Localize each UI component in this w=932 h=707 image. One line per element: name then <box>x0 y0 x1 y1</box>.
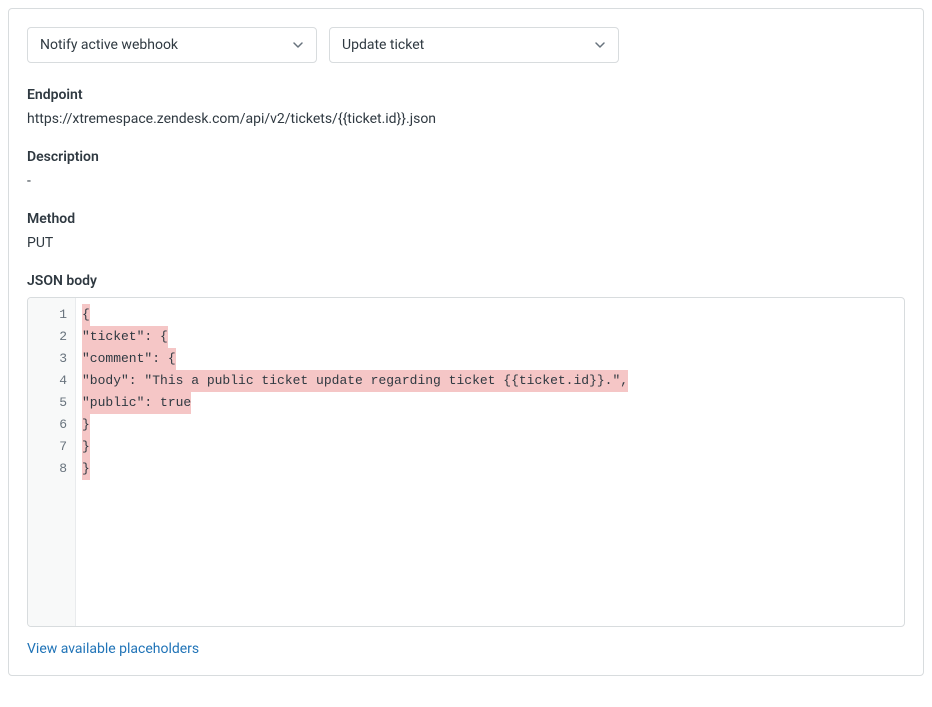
method-label: Method <box>27 211 905 227</box>
gutter-line: 2 <box>28 326 75 348</box>
gutter-line: 6 <box>28 414 75 436</box>
code-line: "ticket": { <box>76 326 904 348</box>
code-line: } <box>76 436 904 458</box>
json-body-field: JSON body 12345678 {"ticket": {"comment"… <box>27 273 905 657</box>
target-select-value: Update ticket <box>342 37 424 53</box>
description-field: Description - <box>27 149 905 189</box>
code-content[interactable]: {"ticket": {"comment": {"body": "This a … <box>76 298 904 626</box>
description-value: - <box>27 173 905 189</box>
endpoint-field: Endpoint https://xtremespace.zendesk.com… <box>27 87 905 127</box>
gutter-line: 7 <box>28 436 75 458</box>
method-value: PUT <box>27 235 905 251</box>
endpoint-value: https://xtremespace.zendesk.com/api/v2/t… <box>27 111 905 127</box>
gutter-line: 5 <box>28 392 75 414</box>
webhook-config-panel: Notify active webhook Update ticket Endp… <box>8 8 924 676</box>
code-line: } <box>76 458 904 480</box>
selects-row: Notify active webhook Update ticket <box>27 27 905 63</box>
code-line: } <box>76 414 904 436</box>
gutter-line: 1 <box>28 304 75 326</box>
gutter-line: 4 <box>28 370 75 392</box>
endpoint-label: Endpoint <box>27 87 905 103</box>
code-line: { <box>76 304 904 326</box>
code-line: "comment": { <box>76 348 904 370</box>
method-field: Method PUT <box>27 211 905 251</box>
json-body-label: JSON body <box>27 273 905 289</box>
action-select-value: Notify active webhook <box>40 37 178 53</box>
chevron-down-icon <box>594 39 606 51</box>
code-line: "body": "This a public ticket update reg… <box>76 370 904 392</box>
code-line: "public": true <box>76 392 904 414</box>
target-select[interactable]: Update ticket <box>329 27 619 63</box>
description-label: Description <box>27 149 905 165</box>
view-placeholders-link[interactable]: View available placeholders <box>27 641 199 657</box>
gutter-line: 8 <box>28 458 75 480</box>
action-select[interactable]: Notify active webhook <box>27 27 317 63</box>
line-gutter: 12345678 <box>28 298 76 626</box>
json-body-editor[interactable]: 12345678 {"ticket": {"comment": {"body":… <box>27 297 905 627</box>
chevron-down-icon <box>292 39 304 51</box>
gutter-line: 3 <box>28 348 75 370</box>
